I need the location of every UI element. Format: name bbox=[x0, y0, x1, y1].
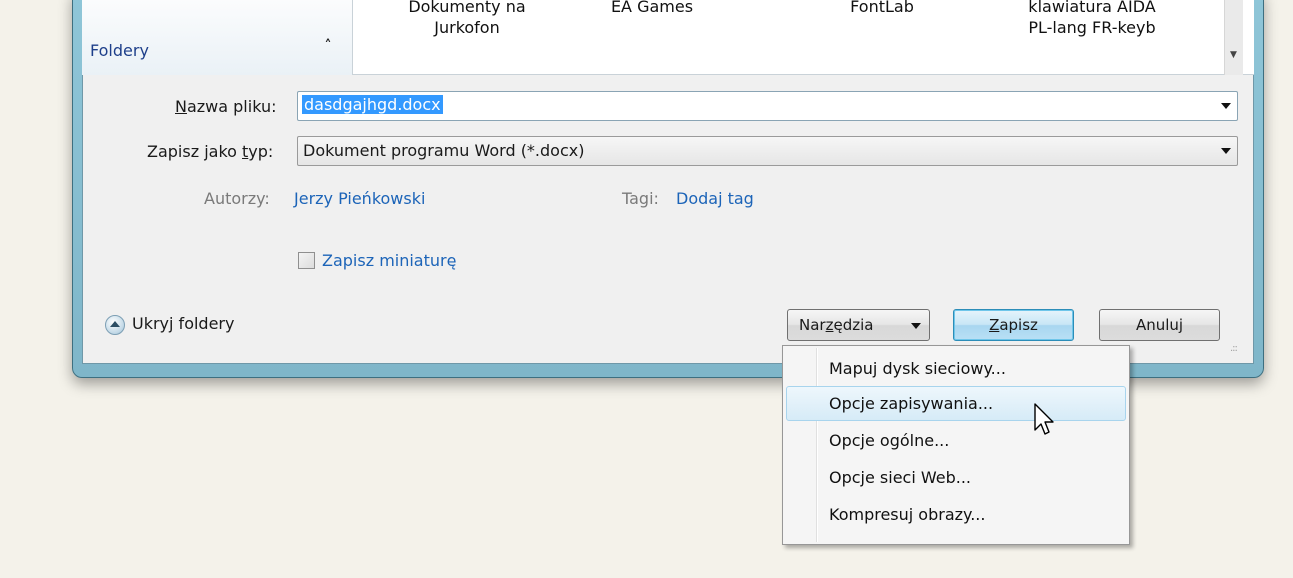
file-item[interactable]: FontLab bbox=[812, 0, 952, 17]
file-item[interactable]: Dokumenty na Jurkofon bbox=[382, 0, 552, 38]
tools-menu: Mapuj dysk sieciowy... Opcje zapisywania… bbox=[782, 345, 1130, 545]
chevron-up-icon[interactable]: ˄ bbox=[318, 38, 338, 58]
filetype-value: Dokument programu Word (*.docx) bbox=[303, 141, 585, 160]
resize-grip-icon[interactable]: .:: bbox=[1230, 343, 1238, 354]
authors-label: Autorzy: bbox=[204, 189, 270, 208]
chevron-down-icon[interactable] bbox=[1221, 148, 1231, 154]
hide-folders-link[interactable]: Ukryj foldery bbox=[132, 314, 234, 333]
tags-label: Tagi: bbox=[622, 189, 659, 208]
cancel-button[interactable]: Anuluj bbox=[1099, 309, 1220, 341]
folders-pane[interactable]: Foldery ˄ bbox=[82, 0, 353, 75]
filetype-select[interactable]: Dokument programu Word (*.docx) bbox=[297, 136, 1238, 166]
menu-item-web-options[interactable]: Opcje sieci Web... bbox=[786, 460, 1126, 495]
filename-value[interactable]: dasdgajhgd.docx bbox=[302, 95, 443, 114]
mouse-cursor-icon bbox=[1034, 403, 1054, 435]
chevron-down-icon[interactable] bbox=[1221, 103, 1231, 109]
filetype-label: Zapisz jako typ: bbox=[147, 142, 274, 161]
tags-value[interactable]: Dodaj tag bbox=[676, 189, 754, 208]
folders-label[interactable]: Foldery bbox=[90, 41, 149, 60]
collapse-up-icon[interactable] bbox=[105, 315, 125, 335]
file-browser: Foldery ˄ Dokumenty na Jurkofon EA Games… bbox=[82, 0, 1254, 75]
file-item[interactable]: klawiatura AIDA PL-lang FR-keyb bbox=[1002, 0, 1182, 38]
menu-item-compress-pictures[interactable]: Kompresuj obrazy... bbox=[786, 497, 1126, 532]
menu-item-general-options[interactable]: Opcje ogólne... bbox=[786, 423, 1126, 458]
save-thumbnail-checkbox[interactable] bbox=[298, 252, 315, 269]
menu-item-save-options[interactable]: Opcje zapisywania... bbox=[786, 386, 1126, 421]
vertical-scrollbar[interactable]: ▼ bbox=[1224, 0, 1243, 75]
menu-item-map-network-drive[interactable]: Mapuj dysk sieciowy... bbox=[786, 351, 1126, 386]
scroll-down-icon[interactable]: ▼ bbox=[1230, 50, 1237, 60]
authors-value[interactable]: Jerzy Pieńkowski bbox=[294, 189, 425, 208]
file-item[interactable]: EA Games bbox=[582, 0, 722, 17]
filename-input[interactable]: dasdgajhgd.docx bbox=[297, 91, 1238, 121]
save-thumbnail-label[interactable]: Zapisz miniaturę bbox=[322, 251, 456, 270]
chevron-down-icon bbox=[911, 323, 921, 329]
filename-label: Nazwa pliku: bbox=[175, 97, 277, 116]
save-button[interactable]: Zapisz bbox=[953, 309, 1074, 341]
tools-button[interactable]: Narzędzia bbox=[787, 309, 930, 341]
